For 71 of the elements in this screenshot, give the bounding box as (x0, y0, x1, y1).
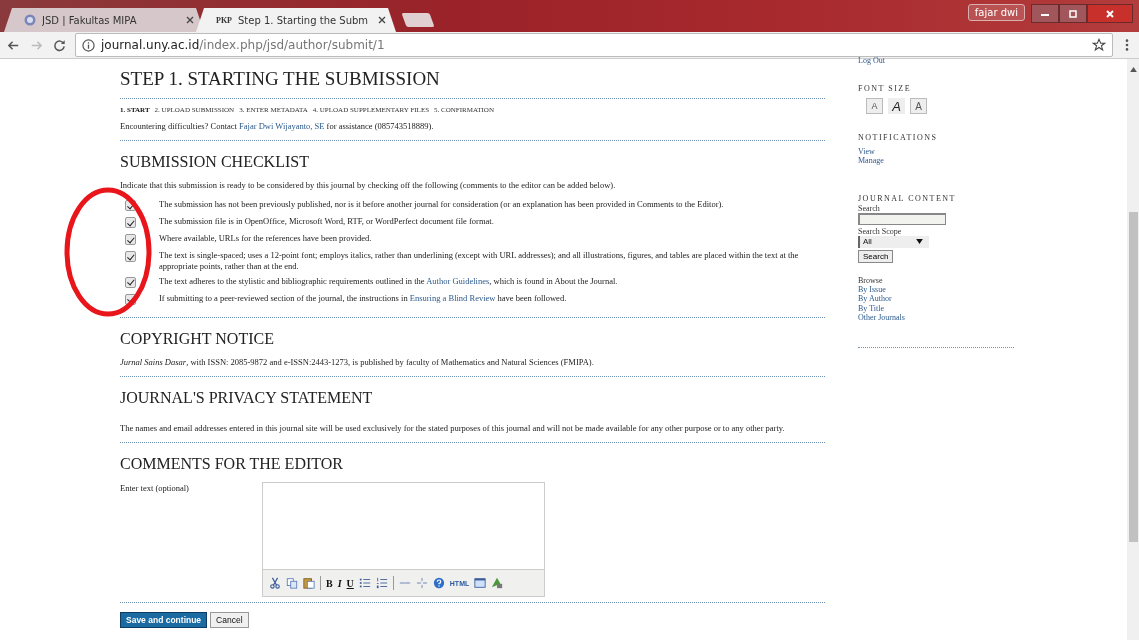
scrollbar-thumb[interactable] (1128, 212, 1138, 542)
bullet-list-icon[interactable] (358, 577, 371, 590)
search-field[interactable] (858, 212, 946, 225)
help-icon[interactable] (432, 577, 445, 590)
font-size-button[interactable]: A (866, 98, 883, 115)
page-title: STEP 1. STARTING THE SUBMISSION (120, 68, 441, 90)
help-text: Encountering difficulties? Contact Fajar Dwi Wijayanto, SE for assistance (085743518889). (120, 121, 435, 132)
block-title: JOURNAL CONTENT (858, 193, 956, 203)
copy-icon[interactable] (286, 577, 298, 590)
checkbox[interactable] (125, 293, 136, 305)
menu-icon[interactable] (1125, 38, 1129, 52)
section-heading: COPYRIGHT NOTICE (120, 329, 275, 348)
section-heading: COMMENTS FOR THE EDITOR (120, 455, 344, 474)
section-heading: SUBMISSION CHECKLIST (120, 153, 310, 172)
address-bar[interactable]: journal.uny.ac.id/index.php/jsd/author/submit/1 (75, 33, 1113, 57)
field-label: Search (858, 203, 880, 213)
browse-link[interactable]: By Author (858, 294, 892, 304)
field-label: Search Scope (858, 226, 902, 236)
browse-link[interactable]: Other Journals (858, 312, 905, 322)
scroll-up-icon[interactable] (1129, 67, 1137, 72)
cancel-button[interactable]: Cancel (210, 612, 249, 629)
section-heading: JOURNAL'S PRIVACY STATEMENT (120, 388, 374, 407)
new-tab-button[interactable] (401, 13, 435, 27)
browse-link[interactable]: By Title (858, 303, 884, 313)
scope-dropdown[interactable]: All (858, 235, 929, 248)
maximize-icon[interactable] (1068, 8, 1078, 19)
notification-link[interactable]: Manage (858, 156, 884, 166)
guideline-link[interactable]: Ensuring a Blind Review (409, 292, 496, 303)
checkbox[interactable] (125, 276, 136, 288)
window-icon[interactable] (474, 577, 487, 590)
block-title: NOTIFICATIONS (858, 133, 938, 143)
checklist-item-text: The text adheres to the stylistic and bibliographic requirements outlined in the Author Guidelines, which is found in About the Journal. (159, 275, 619, 286)
numbered-list-icon[interactable] (375, 577, 388, 590)
close-icon[interactable] (378, 16, 386, 24)
logout-link[interactable]: Log Out (858, 56, 885, 66)
font-size-button[interactable]: A (888, 98, 905, 115)
privacy-text: The names and email addresses entered in this journal site will be used exclusively for the stated purposes of this journal and will not be made available for any other purpose or to any other party. (120, 422, 786, 434)
checkbox[interactable] (125, 217, 136, 229)
dropdown-arrow-icon (916, 239, 923, 245)
contact-link[interactable]: Fajar Dwi Wijayanto, SE (239, 121, 325, 131)
block-title: FONT SIZE (858, 84, 912, 94)
reload-icon[interactable] (52, 37, 67, 53)
italic-button[interactable]: I (337, 577, 342, 589)
browse-link[interactable]: By Issue (858, 285, 886, 295)
field-label: Enter text (optional) (120, 483, 190, 496)
browse-label: Browse (858, 275, 883, 286)
copyright-text: Jurnal Sains Dasar, with ISSN: 2085-9872 and e-ISSN:2443-1273, is published by faculty of Mathematics and Natural Sciences (FMIPA). (120, 356, 595, 367)
browser-tab[interactable]: PKP Step 1. Starting the Subm (196, 8, 396, 32)
checklist-item-text: The text is single-spaced; uses a 12-point font; employs italics, rather than underlining (except with URL addresses); and all illustrations, figures, and tables are placed within the text at the appropriate points, rather than at the end. (159, 250, 800, 271)
search-button[interactable]: Search (858, 249, 894, 263)
checklist-item-text: The submission has not been previously published, nor is it before another journal for consideration (or an explanation has been provided in Comments to the Editor). (159, 199, 725, 210)
checklist-item-text: If submitting to a peer-reviewed section of the journal, the instructions in Ensuring a Blind Review have been followed. (159, 292, 568, 303)
underline-button[interactable]: U (346, 577, 354, 589)
checkbox[interactable] (125, 200, 136, 212)
checklist-intro: Indicate that this submission is ready to be considered by this journal by checking off the following (comments to the editor can be added below). (120, 180, 617, 191)
notification-link[interactable]: View (858, 147, 875, 157)
checklist-item-text: Where available, URLs for the references have been provided. (159, 233, 373, 244)
save-and-continue-button[interactable]: Save and continue (120, 612, 208, 629)
tree-picture-icon[interactable] (491, 577, 504, 590)
profile-button[interactable]: fajar dwi (967, 4, 1025, 21)
bold-button[interactable]: B (326, 577, 333, 589)
globe-icon (24, 14, 36, 26)
scissors-icon[interactable] (269, 577, 281, 590)
info-icon (82, 38, 95, 52)
close-icon[interactable] (186, 16, 194, 24)
bookmark-star-icon[interactable] (1092, 38, 1106, 52)
clipboard-icon[interactable] (303, 577, 315, 590)
checkbox[interactable] (125, 234, 136, 246)
font-size-button[interactable]: A (910, 98, 927, 115)
checkbox[interactable] (125, 251, 136, 263)
checklist-item-text: The submission file is in OpenOffice, Microsoft Word, RTF, or WordPerfect document file format. (159, 216, 495, 227)
